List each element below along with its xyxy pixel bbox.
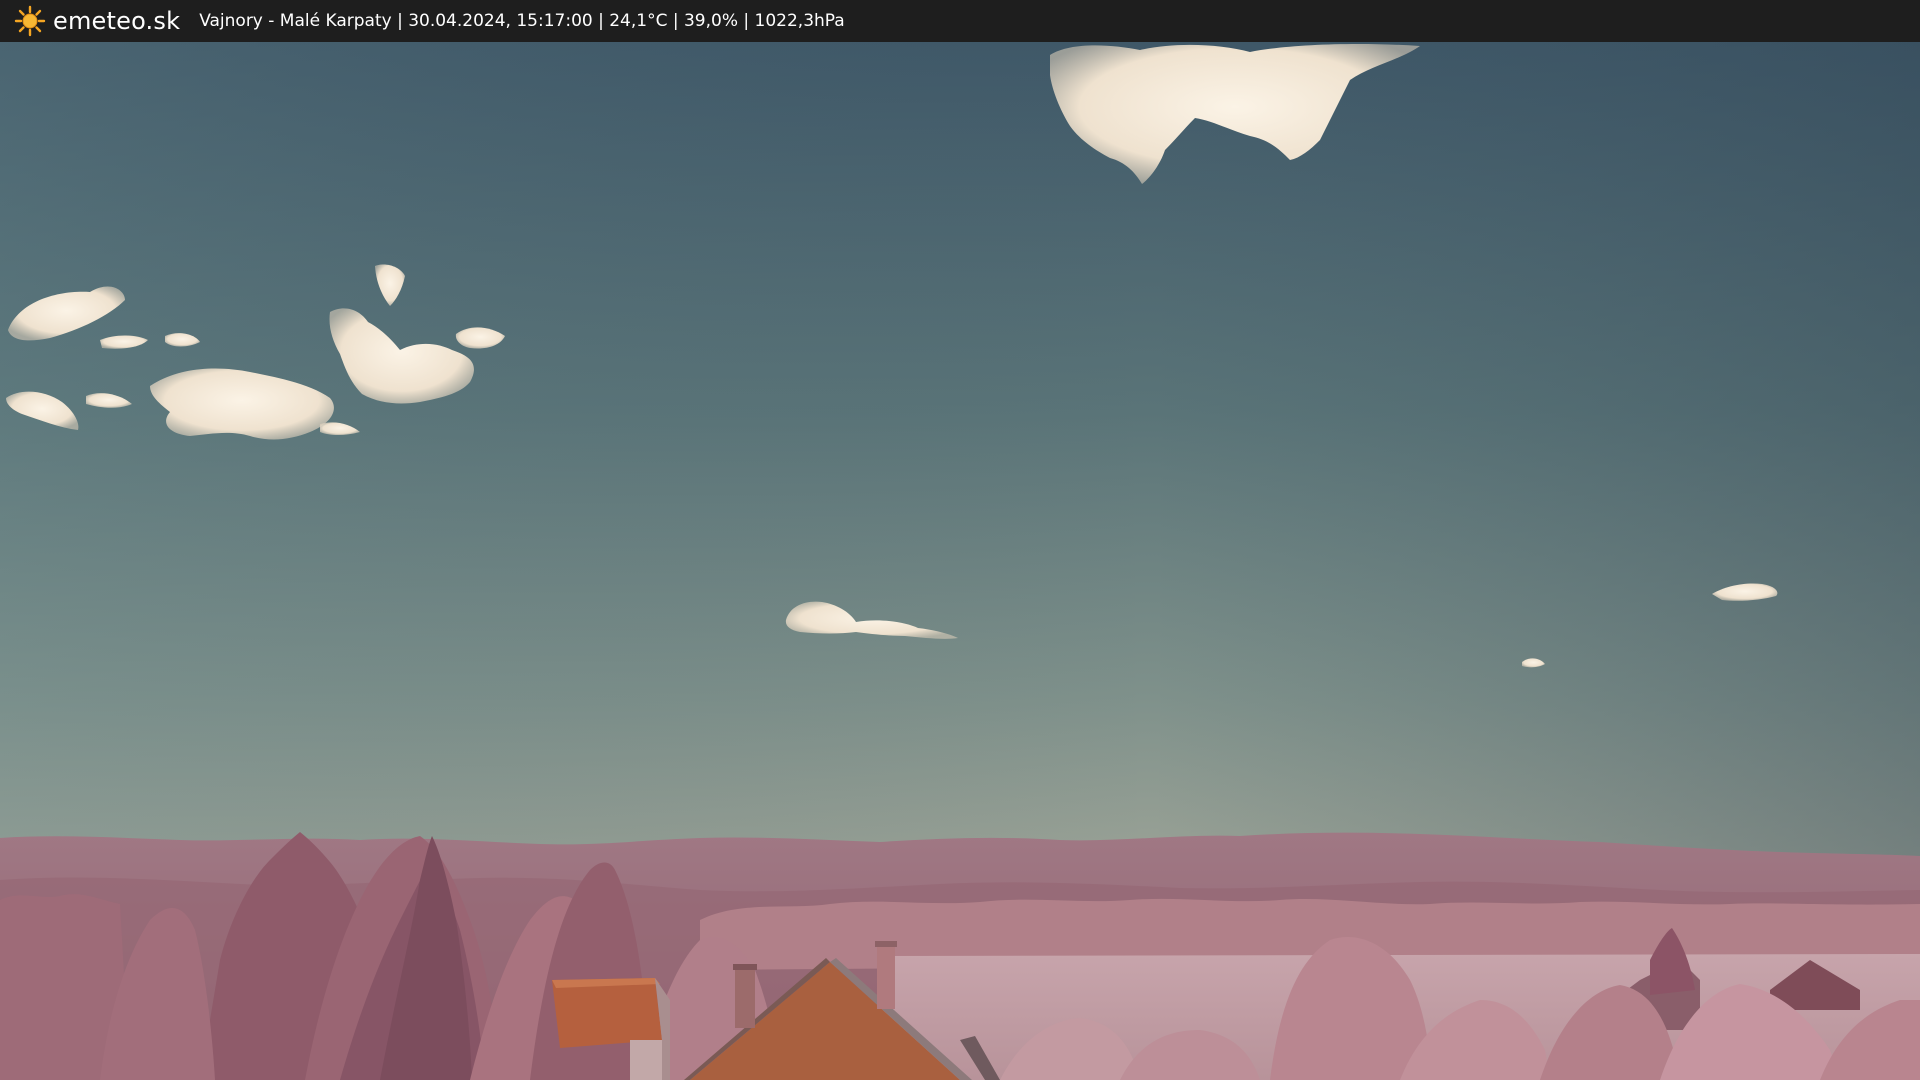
brand-logo[interactable]: emeteo.sk: [14, 5, 180, 37]
sun-icon: [14, 5, 46, 37]
webcam-image: [0, 42, 1920, 1080]
caption-bar: emeteo.sk Vajnory - Malé Karpaty | 30.04…: [0, 0, 1920, 42]
webcam-page: emeteo.sk Vajnory - Malé Karpaty | 30.04…: [0, 0, 1920, 1080]
brand-name: emeteo.sk: [53, 7, 181, 35]
sky: [0, 42, 1920, 862]
station-caption: Vajnory - Malé Karpaty | 30.04.2024, 15:…: [199, 11, 845, 31]
